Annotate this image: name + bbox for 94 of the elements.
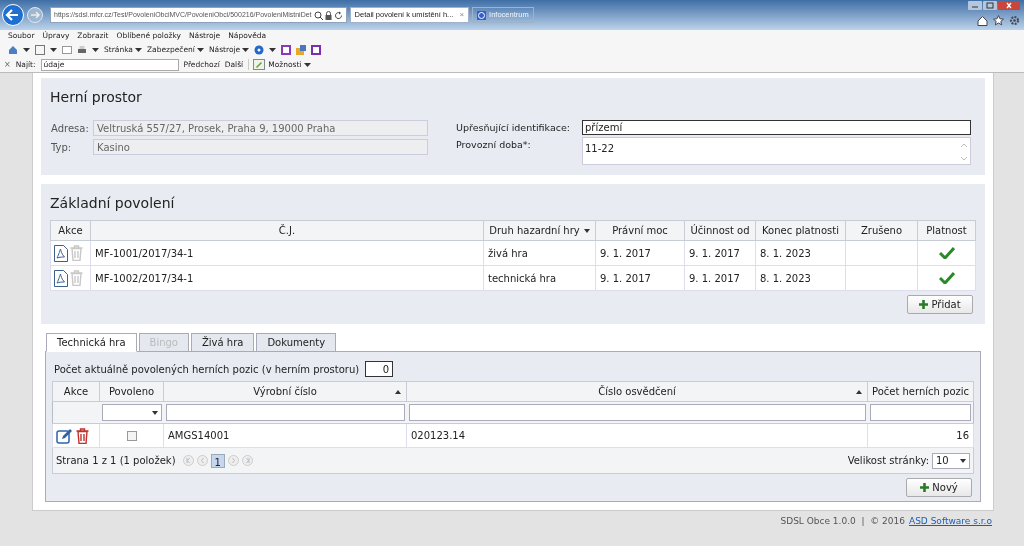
- star-icon[interactable]: [993, 15, 1004, 26]
- caret-icon: [134, 47, 142, 52]
- plus-icon: [920, 483, 930, 493]
- checkbox[interactable]: [126, 430, 137, 441]
- last-page-icon: [241, 455, 253, 467]
- trash-icon[interactable]: [76, 427, 89, 444]
- table-cell: 020123.14: [406, 423, 868, 448]
- close-find-button[interactable]: ×: [4, 58, 11, 71]
- table-cell: živá hra: [483, 240, 596, 266]
- filter-field[interactable]: [165, 404, 405, 421]
- text-area[interactable]: 11-22: [582, 137, 971, 166]
- text-field: Kasino: [93, 139, 428, 155]
- table-cell: 16: [867, 423, 974, 448]
- field-label: Upřesňující identifikace:: [456, 121, 571, 135]
- close-icon[interactable]: [998, 1, 1020, 10]
- forward-icon[interactable]: [27, 7, 43, 23]
- table-cell: AMGS14001: [163, 423, 407, 448]
- count-label: Počet aktuálně povolených herních pozic (v herním prostoru): [54, 362, 360, 377]
- caret-icon[interactable]: [269, 47, 277, 52]
- caret-icon[interactable]: [50, 47, 57, 52]
- table-cell: 9. 1. 2017: [684, 265, 756, 291]
- table-cell: 9. 1. 2017: [595, 265, 685, 291]
- dropdown-icon[interactable]: [583, 228, 590, 233]
- page-size-label: Velikost stránky:: [847, 454, 929, 469]
- back-icon[interactable]: [2, 4, 24, 26]
- sort-ascending-icon[interactable]: [856, 390, 862, 395]
- column-header[interactable]: Č.J.: [90, 220, 484, 241]
- field-label: Provozní doba*:: [456, 138, 532, 153]
- column-header[interactable]: Akce: [50, 220, 91, 241]
- trash-icon: [70, 270, 83, 287]
- home-icon[interactable]: [977, 15, 988, 26]
- column-header[interactable]: Konec platnosti: [755, 220, 846, 241]
- section-title: Herní prostor: [50, 88, 143, 107]
- caret-icon[interactable]: [23, 47, 30, 52]
- section-title: Základní povolení: [50, 194, 176, 214]
- tab[interactable]: Technická hra: [46, 333, 137, 353]
- printer-icon[interactable]: [77, 44, 87, 55]
- first-page-icon: [182, 455, 194, 467]
- tab[interactable]: Živá hra: [190, 333, 255, 353]
- pdf-icon: [54, 244, 68, 262]
- pencil-icon: [253, 59, 266, 70]
- table-cell: 9. 1. 2017: [595, 240, 685, 266]
- table-cell: 8. 1. 2023: [755, 240, 846, 266]
- sort-ascending-icon[interactable]: [395, 390, 401, 395]
- caret-icon: [960, 458, 966, 463]
- caret-icon: [151, 410, 158, 415]
- footer-text: SDSL Obce 1.0.0 | © 2016: [780, 514, 905, 528]
- tab[interactable]: Dokumenty: [256, 333, 337, 353]
- field-label: Adresa:: [51, 121, 90, 136]
- maximize-icon[interactable]: [983, 1, 997, 10]
- column-header[interactable]: Právní moc: [595, 220, 685, 241]
- next-page-icon: [227, 455, 239, 467]
- filter-field[interactable]: [408, 404, 866, 421]
- table-cell: MF-1002/2017/34-1: [90, 265, 484, 291]
- table-cell: technická hra: [483, 265, 596, 291]
- caret-icon: [196, 47, 204, 52]
- trash-icon: [70, 245, 83, 262]
- page-button[interactable]: 1: [210, 453, 225, 468]
- pdf-icon: [54, 269, 68, 287]
- column-header[interactable]: Povoleno: [99, 381, 164, 402]
- column-header[interactable]: Výrobní číslo: [163, 381, 407, 402]
- page-size-dropdown[interactable]: 10: [932, 452, 970, 469]
- footer-link[interactable]: ASD Software s.r.o: [909, 514, 992, 528]
- column-header[interactable]: Akce: [52, 381, 100, 402]
- column-header[interactable]: Počet herních pozic: [867, 381, 974, 402]
- column-header[interactable]: Druh hazardní hry: [483, 220, 596, 241]
- plus-icon: [919, 300, 929, 310]
- field-label: Typ:: [51, 140, 73, 155]
- column-header[interactable]: Číslo osvědčení: [406, 381, 868, 402]
- new-button[interactable]: Nový: [906, 478, 972, 498]
- table-cell: 9. 1. 2017: [684, 240, 756, 266]
- caret-icon: [304, 62, 312, 67]
- settings-icon[interactable]: [1009, 15, 1020, 26]
- table-cell: MF-1001/2017/34-1: [90, 240, 484, 266]
- edit-icon[interactable]: [56, 427, 73, 444]
- count-field[interactable]: 0: [365, 361, 394, 378]
- column-header[interactable]: Zrušeno: [845, 220, 918, 241]
- caret-icon[interactable]: [92, 47, 99, 52]
- table-cell: 8. 1. 2023: [755, 265, 846, 291]
- help-icon[interactable]: [254, 44, 265, 55]
- column-header[interactable]: Platnost: [917, 220, 976, 241]
- lock-icon: [324, 10, 332, 20]
- caret-icon: [242, 47, 250, 52]
- text-field: Veltruská 557/27, Prosek, Praha 9, 19000 Praha: [93, 120, 428, 136]
- close-tab-button[interactable]: ×: [459, 9, 465, 21]
- pager-text: Strana 1 z 1 (1 položek): [56, 454, 176, 469]
- text-field[interactable]: přízemí: [582, 120, 971, 135]
- add-button[interactable]: Přidat: [907, 295, 973, 315]
- home-page-icon[interactable]: [8, 44, 18, 55]
- filter-field[interactable]: [869, 404, 971, 421]
- search-icon: [313, 10, 323, 20]
- previous-page-icon: [196, 455, 208, 467]
- column-header[interactable]: Účinnost od: [684, 220, 756, 241]
- refresh-icon: [333, 10, 343, 20]
